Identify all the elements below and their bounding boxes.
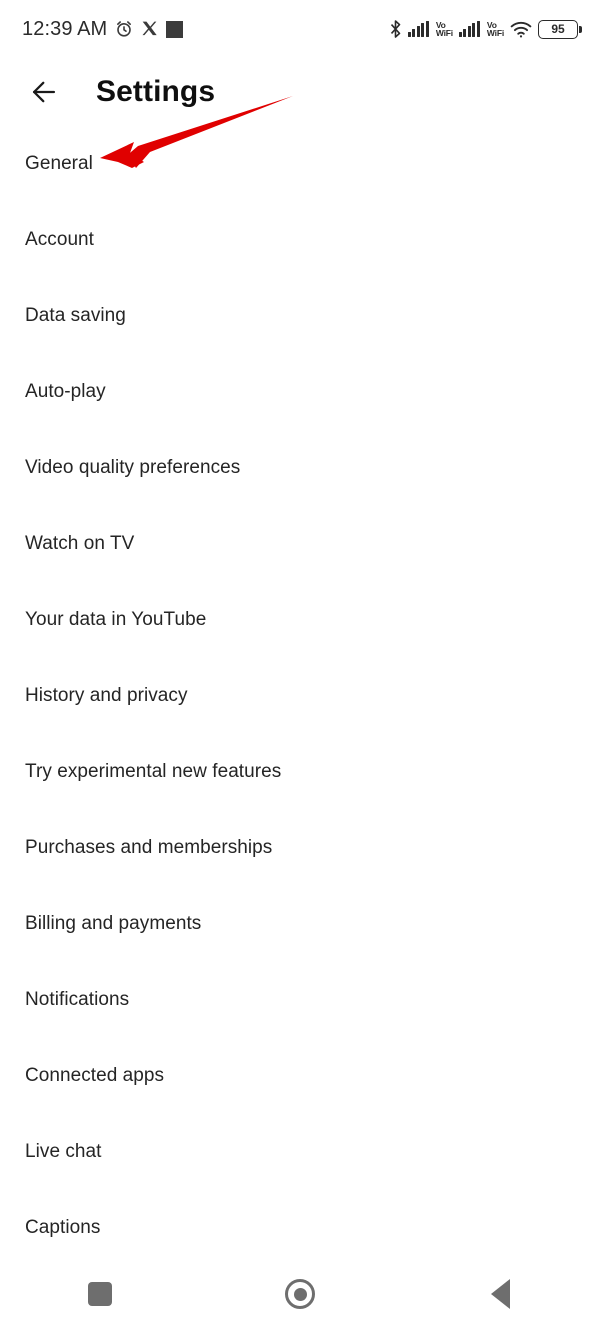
settings-item-billing-and-payments[interactable]: Billing and payments [0, 886, 600, 962]
nav-home-button[interactable] [200, 1255, 400, 1333]
settings-item-label: Notifications [25, 989, 130, 1010]
settings-item-label: Connected apps [25, 1065, 165, 1086]
settings-item-auto-play[interactable]: Auto-play [0, 354, 600, 430]
alarm-icon [114, 19, 134, 39]
settings-item-label: Video quality preferences [25, 457, 241, 478]
wifi-icon [510, 21, 532, 38]
vowifi2-line2: WiFi [486, 28, 504, 38]
signal-bars-sim2-icon [458, 21, 480, 37]
settings-item-label: History and privacy [25, 685, 188, 706]
app-bar: Settings [0, 58, 600, 126]
settings-item-label: Captions [25, 1217, 101, 1238]
settings-item-label: Live chat [25, 1141, 102, 1162]
settings-item-label: Purchases and memberships [25, 837, 273, 858]
settings-item-general[interactable]: General [0, 126, 600, 202]
settings-list: General Account Data saving Auto-play Vi… [0, 126, 600, 1266]
settings-item-your-data-in-youtube[interactable]: Your data in YouTube [0, 582, 600, 658]
settings-item-label: General [25, 153, 93, 174]
settings-item-label: Data saving [25, 305, 126, 326]
status-bar-right: Vo WiFi Vo WiFi 95 [389, 19, 582, 39]
status-clock: 12:39 AM [22, 17, 108, 40]
circle-home-icon [285, 1279, 315, 1309]
settings-item-label: Watch on TV [25, 533, 135, 554]
triangle-back-icon [490, 1279, 510, 1309]
app-notification-icon [166, 20, 184, 38]
settings-item-purchases-and-memberships[interactable]: Purchases and memberships [0, 810, 600, 886]
settings-item-video-quality-preferences[interactable]: Video quality preferences [0, 430, 600, 506]
settings-item-data-saving[interactable]: Data saving [0, 278, 600, 354]
back-button[interactable] [16, 64, 72, 120]
battery-icon: 95 [538, 19, 582, 39]
settings-item-account[interactable]: Account [0, 202, 600, 278]
nav-back-button[interactable] [400, 1255, 600, 1333]
nav-recents-button[interactable] [0, 1255, 200, 1333]
settings-item-label: Account [25, 229, 95, 250]
settings-item-live-chat[interactable]: Live chat [0, 1114, 600, 1190]
page-title: Settings [96, 75, 216, 108]
vowifi-sim2-icon: Vo WiFi [486, 20, 504, 38]
settings-item-label: Auto-play [25, 381, 106, 402]
settings-item-history-and-privacy[interactable]: History and privacy [0, 658, 600, 734]
settings-item-label: Try experimental new features [25, 761, 282, 782]
settings-item-label: Your data in YouTube [25, 609, 207, 630]
settings-item-label: Billing and payments [25, 913, 202, 934]
vowifi-line2: WiFi [435, 28, 453, 38]
settings-item-watch-on-tv[interactable]: Watch on TV [0, 506, 600, 582]
settings-item-connected-apps[interactable]: Connected apps [0, 1038, 600, 1114]
square-recents-icon [88, 1282, 112, 1306]
arrow-left-icon [32, 81, 56, 103]
bluetooth-icon [389, 20, 402, 38]
settings-item-notifications[interactable]: Notifications [0, 962, 600, 1038]
vowifi-sim1-icon: Vo WiFi [435, 20, 453, 38]
navigation-bar [0, 1255, 600, 1333]
status-bar: 12:39 AM Vo WiFi Vo WiFi 95 [0, 0, 600, 58]
battery-level-text: 95 [551, 22, 565, 36]
x-app-icon [141, 20, 159, 38]
status-bar-left: 12:39 AM [22, 17, 184, 41]
settings-item-try-experimental-new-features[interactable]: Try experimental new features [0, 734, 600, 810]
signal-bars-sim1-icon [407, 21, 429, 37]
